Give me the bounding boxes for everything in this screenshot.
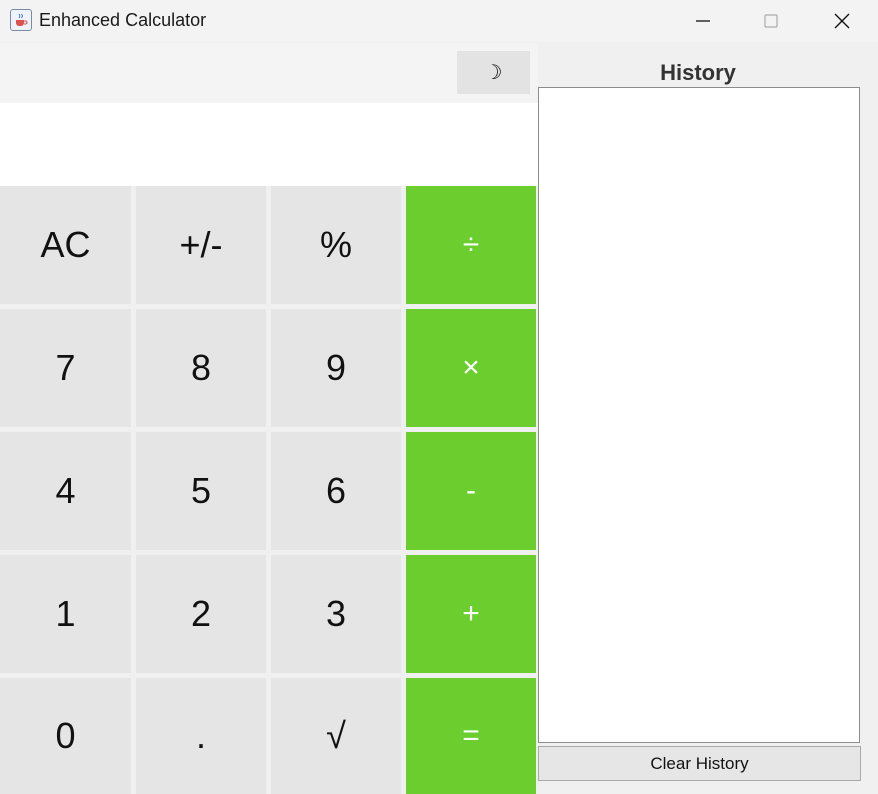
percent-button[interactable]: % xyxy=(271,186,401,304)
window-title: Enhanced Calculator xyxy=(39,10,207,30)
equals-button[interactable]: = xyxy=(406,678,536,794)
close-icon xyxy=(834,13,850,29)
minimize-button[interactable] xyxy=(680,0,726,42)
digit-0-button[interactable]: 0 xyxy=(0,678,131,794)
digit-5-button[interactable]: 5 xyxy=(136,432,266,550)
all-clear-button[interactable]: AC xyxy=(0,186,131,304)
digit-3-button[interactable]: 3 xyxy=(271,555,401,673)
toggle-sign-button[interactable]: +/- xyxy=(136,186,266,304)
digit-6-button[interactable]: 6 xyxy=(271,432,401,550)
multiply-button[interactable]: × xyxy=(406,309,536,427)
digit-8-button[interactable]: 8 xyxy=(136,309,266,427)
title-bar: Enhanced Calculator xyxy=(0,0,878,42)
digit-1-button[interactable]: 1 xyxy=(0,555,131,673)
digit-2-button[interactable]: 2 xyxy=(136,555,266,673)
keypad: AC +/-% ÷ 7 8 9 × 4 5 6- 1 2 3 +0. √ = xyxy=(0,186,538,794)
maximize-icon xyxy=(764,14,778,28)
close-button[interactable] xyxy=(819,0,865,42)
clear-history-button[interactable]: Clear History xyxy=(538,746,861,781)
minimize-icon xyxy=(696,20,710,22)
calculator-display xyxy=(0,103,538,186)
moon-icon: ☽ xyxy=(484,62,503,84)
history-list[interactable] xyxy=(538,87,860,743)
java-coffee-cup-icon xyxy=(10,9,32,31)
digit-4-button[interactable]: 4 xyxy=(0,432,131,550)
divide-button[interactable]: ÷ xyxy=(406,186,536,304)
history-title: History xyxy=(660,60,736,85)
digit-9-button[interactable]: 9 xyxy=(271,309,401,427)
decimal-button[interactable]: . xyxy=(136,678,266,794)
theme-toggle-button[interactable]: ☽ xyxy=(457,51,530,94)
square-root-button[interactable]: √ xyxy=(271,678,401,794)
add-button[interactable]: + xyxy=(406,555,536,673)
maximize-button[interactable] xyxy=(748,0,794,42)
digit-7-button[interactable]: 7 xyxy=(0,309,131,427)
subtract-button[interactable]: - xyxy=(406,432,536,550)
